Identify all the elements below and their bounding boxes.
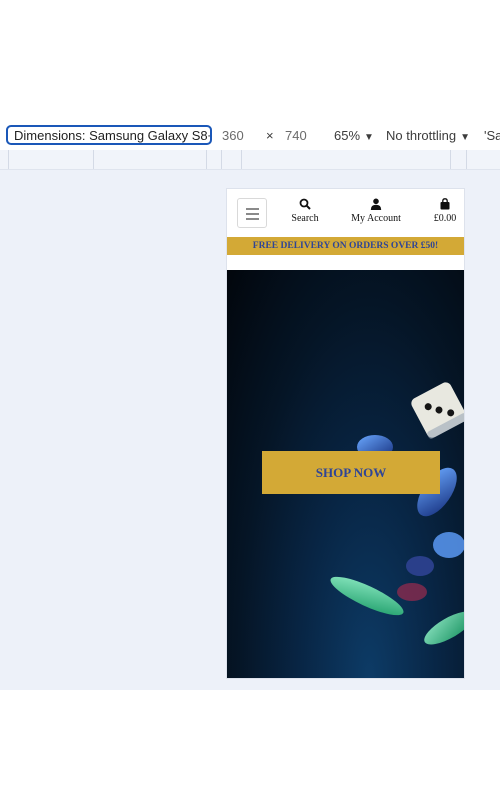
device-toolbar: Dimensions: Samsung Galaxy S8+▼ 360 × 74… <box>0 122 500 151</box>
ruler-divider <box>241 150 242 169</box>
ruler-divider <box>206 150 207 169</box>
shopping-bag-icon <box>440 198 450 210</box>
account-label: My Account <box>351 213 401 224</box>
ruler-divider <box>8 150 9 169</box>
throttling-label: No throttling <box>386 128 457 143</box>
menu-icon <box>246 208 259 210</box>
ruler-divider <box>450 150 451 169</box>
cart-total: £0.00 <box>433 213 457 224</box>
device-height-input[interactable]: 740 <box>285 128 307 143</box>
green-chip-graphic <box>330 576 404 616</box>
throttling-select[interactable]: No throttling ▼ <box>386 128 470 143</box>
shop-now-button[interactable]: SHOP NOW <box>262 451 440 494</box>
ruler-divider <box>93 150 94 169</box>
search-label: Search <box>291 213 319 224</box>
search-link[interactable]: Search <box>287 198 323 224</box>
caret-down-icon: ▼ <box>364 132 374 143</box>
ruler-divider <box>221 150 222 169</box>
hero-banner: SHOP NOW <box>227 270 464 678</box>
zoom-label: 65% <box>334 128 361 143</box>
caret-down-icon: ▼ <box>460 132 470 143</box>
green-chip-graphic <box>424 611 464 645</box>
device-viewport: Search My Account £0.00 FREE DELIVERY ON… <box>227 189 464 678</box>
menu-button[interactable] <box>237 198 267 228</box>
cart-link[interactable]: £0.00 <box>429 198 461 224</box>
dimension-separator: × <box>266 128 274 143</box>
menu-icon-line <box>246 213 259 215</box>
account-link[interactable]: My Account <box>345 198 407 224</box>
search-icon <box>299 198 311 210</box>
device-dimensions-label: Dimensions: Samsung Galaxy S8+ <box>14 128 212 143</box>
device-width-input[interactable]: 360 <box>222 128 244 143</box>
menu-icon-line <box>246 218 259 220</box>
device-dimensions-select[interactable]: Dimensions: Samsung Galaxy S8+▼ <box>6 125 212 145</box>
toolbar-overflow-text: 'Sa <box>484 128 500 143</box>
page-background <box>0 690 500 800</box>
blue-chip-graphic <box>433 532 464 558</box>
free-delivery-banner[interactable]: FREE DELIVERY ON ORDERS OVER £50! <box>227 237 464 255</box>
red-chip-graphic <box>397 583 427 601</box>
media-query-ruler[interactable] <box>0 150 500 170</box>
die-graphic <box>411 382 464 439</box>
ruler-divider <box>466 150 467 169</box>
blue-chip-graphic <box>406 556 434 576</box>
user-icon <box>370 198 382 210</box>
site-header: Search My Account £0.00 <box>227 189 464 237</box>
zoom-select[interactable]: 65% ▼ <box>334 128 374 143</box>
